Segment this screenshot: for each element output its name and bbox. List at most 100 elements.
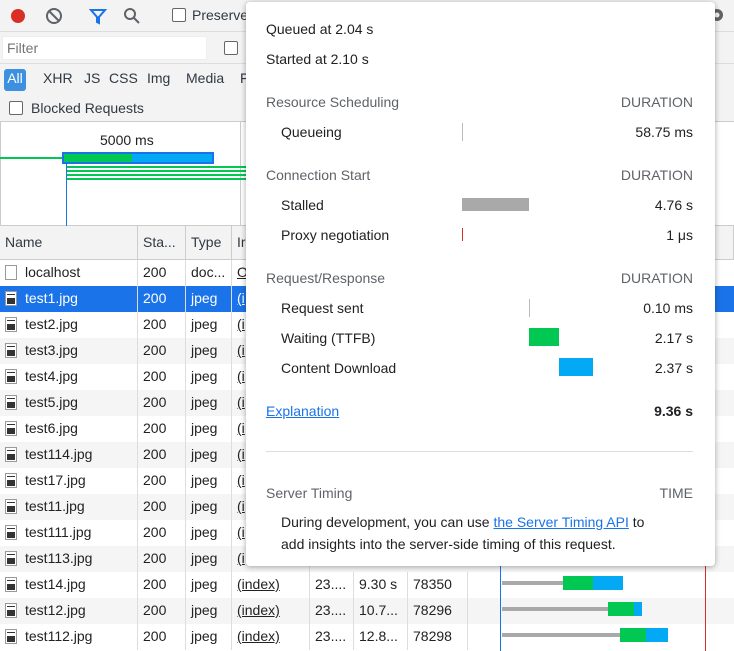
- waterfall-waiting: [563, 576, 593, 590]
- type-css[interactable]: CSS: [109, 69, 138, 91]
- request-bytes: 78296: [408, 598, 468, 624]
- overview-bar: [64, 154, 132, 162]
- request-bytes-text: 78296: [413, 602, 452, 618]
- request-initiator-text[interactable]: (index): [237, 628, 280, 644]
- request-initiator-text[interactable]: (i: [237, 524, 245, 540]
- server-timing-description-line2: add insights into the server-side timing…: [281, 536, 616, 552]
- request-type: jpeg: [186, 364, 232, 390]
- request-initiator-text[interactable]: (i: [237, 342, 245, 358]
- started-at: Started at 2.10 s: [266, 51, 369, 67]
- request-name: test4.jpg: [0, 364, 138, 390]
- proxy-bar: [462, 228, 463, 241]
- request-type-text: jpeg: [191, 602, 218, 618]
- request-time: 10.7...: [354, 598, 408, 624]
- type-img[interactable]: Img: [147, 69, 170, 91]
- preserve-label: Preserve: [192, 7, 249, 23]
- request-initiator-text[interactable]: (i: [237, 498, 245, 514]
- request-initiator-text[interactable]: (i: [237, 290, 245, 306]
- request-type-text: jpeg: [191, 524, 218, 540]
- content-download-value: 2.37 s: [654, 360, 693, 376]
- request-status: 200: [138, 338, 186, 364]
- content-download-label: Content Download: [281, 360, 397, 376]
- request-status: 200: [138, 624, 186, 650]
- preserve-log-checkbox[interactable]: Preserve: [172, 7, 248, 23]
- overview-divider: [0, 122, 1, 226]
- request-type-text: jpeg: [191, 446, 218, 462]
- request-initiator-text[interactable]: (i: [237, 316, 245, 332]
- column-name[interactable]: Name: [0, 226, 138, 260]
- image-file-icon: [5, 603, 17, 618]
- clear-icon[interactable]: [42, 4, 66, 28]
- overview-tick-label: 5000 ms: [100, 132, 154, 148]
- request-initiator: (index): [232, 598, 310, 624]
- request-initiator-text[interactable]: (i: [237, 446, 245, 462]
- request-type-text: jpeg: [191, 342, 218, 358]
- request-initiator-text[interactable]: (i: [237, 420, 245, 436]
- column-type[interactable]: Type: [186, 226, 232, 260]
- request-type: jpeg: [186, 520, 232, 546]
- duration-heading: DURATION: [620, 167, 693, 183]
- search-icon[interactable]: [120, 4, 144, 28]
- overview-bar: [66, 178, 246, 180]
- request-initiator-text[interactable]: (i: [237, 472, 245, 488]
- image-file-icon: [5, 395, 17, 410]
- request-name: test14.jpg: [0, 572, 138, 598]
- type-all[interactable]: All: [4, 69, 26, 91]
- request-type: jpeg: [186, 312, 232, 338]
- image-file-icon: [5, 447, 17, 462]
- table-row[interactable]: test14.jpg 200 jpeg (index) 23.... 9.30 s 7835…: [0, 572, 734, 598]
- waterfall-stalled: [502, 607, 608, 611]
- request-size: 23....: [310, 598, 354, 624]
- request-initiator-text[interactable]: (index): [237, 602, 280, 618]
- filter-icon[interactable]: [86, 4, 110, 28]
- column-status[interactable]: Sta...: [138, 226, 186, 260]
- checkbox-icon[interactable]: [172, 8, 186, 22]
- request-status-text: 200: [143, 602, 167, 618]
- request-status-text: 200: [143, 524, 167, 540]
- request-status-text: 200: [143, 628, 167, 644]
- explanation-link[interactable]: Explanation: [266, 403, 339, 419]
- duration-heading: DURATION: [620, 270, 693, 286]
- request-name: test6.jpg: [0, 416, 138, 442]
- request-bytes: 78298: [408, 624, 468, 650]
- waterfall-download: [593, 576, 623, 590]
- request-initiator-text[interactable]: (index): [237, 576, 280, 592]
- queueing-bar: [462, 123, 463, 141]
- request-type: jpeg: [186, 468, 232, 494]
- request-initiator-text[interactable]: (i: [237, 550, 245, 566]
- request-initiator-text[interactable]: (i: [237, 368, 245, 384]
- request-type-text: jpeg: [191, 472, 218, 488]
- waterfall-waiting: [620, 628, 646, 642]
- request-status-text: 200: [143, 342, 167, 358]
- waterfall-download: [634, 602, 642, 616]
- request-status: 200: [138, 260, 186, 286]
- request-status: 200: [138, 598, 186, 624]
- request-initiator-text[interactable]: (i: [237, 394, 245, 410]
- request-status: 200: [138, 442, 186, 468]
- request-status-text: 200: [143, 498, 167, 514]
- type-media[interactable]: Media: [186, 69, 224, 91]
- invert-checkbox[interactable]: [224, 41, 238, 55]
- request-status-text: 200: [143, 394, 167, 410]
- request-type-text: jpeg: [191, 290, 218, 306]
- request-name-text: test112.jpg: [25, 628, 93, 644]
- type-xhr[interactable]: XHR: [43, 69, 73, 91]
- request-name-text: test6.jpg: [25, 420, 78, 436]
- waterfall-waiting: [608, 602, 634, 616]
- request-name-text: test111.jpg: [25, 524, 92, 540]
- request-name-text: test2.jpg: [25, 316, 78, 332]
- stalled-value: 4.76 s: [654, 197, 693, 213]
- stalled-bar: [462, 198, 529, 211]
- server-timing-api-link[interactable]: the Server Timing API: [493, 514, 628, 530]
- request-status-text: 200: [143, 472, 167, 488]
- waterfall-download: [646, 628, 668, 642]
- blocked-checkbox[interactable]: [9, 100, 23, 115]
- request-type: jpeg: [186, 416, 232, 442]
- record-icon[interactable]: [6, 4, 30, 28]
- type-js[interactable]: JS: [84, 69, 100, 91]
- request-type-text: jpeg: [191, 576, 218, 592]
- waterfall-load-line: [705, 563, 706, 651]
- filter-input[interactable]: [2, 36, 207, 60]
- request-type: jpeg: [186, 494, 232, 520]
- request-name: test1.jpg: [0, 286, 138, 312]
